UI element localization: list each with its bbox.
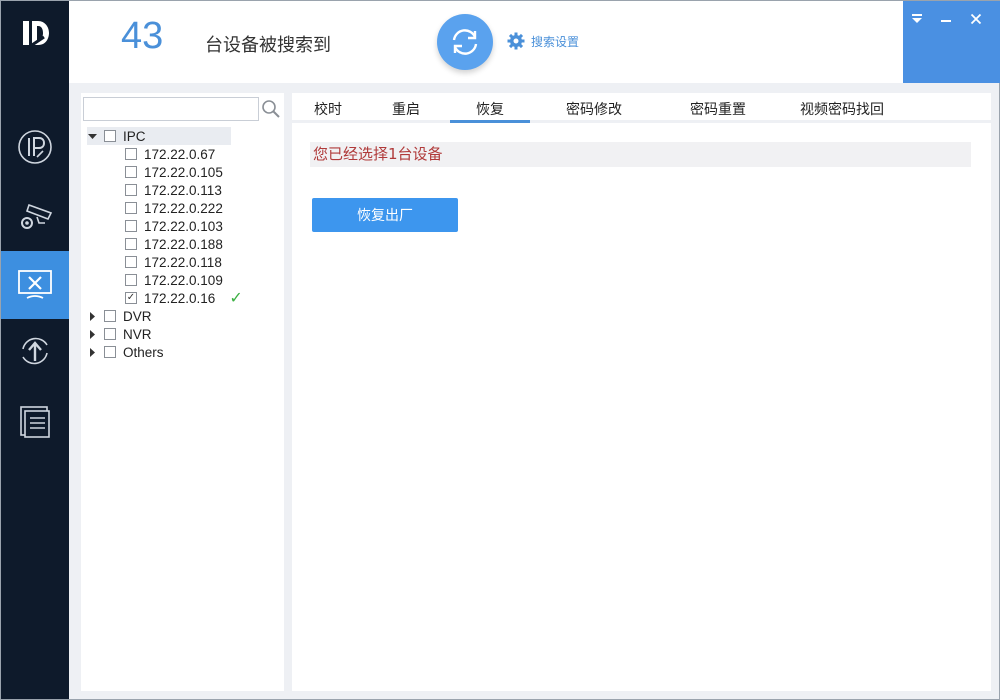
device-count: 43: [121, 15, 164, 57]
checkbox-others[interactable]: [104, 346, 116, 358]
tree-device-row[interactable]: 172.22.0.188: [125, 235, 223, 253]
caret-right-icon: [89, 329, 95, 339]
left-nav: [1, 1, 69, 699]
refresh-search-button[interactable]: [437, 14, 493, 70]
app-logo-icon: [23, 21, 49, 51]
device-ip-label: 172.22.0.105: [144, 164, 223, 180]
header-bar: 43 台设备被搜索到 搜索设置: [69, 1, 903, 83]
tree-device-row[interactable]: 172.22.0.105: [125, 163, 223, 181]
tree-device-row[interactable]: 172.22.0.118: [125, 253, 222, 271]
dropdown-icon: [912, 14, 922, 23]
tree-group-others[interactable]: Others: [87, 343, 164, 361]
ip-icon: [18, 130, 52, 164]
main-panel: 校时 重启 恢复 密码修改 密码重置 视频密码找回 您已经选择1台设备 恢复出厂: [292, 93, 991, 691]
close-button[interactable]: [965, 9, 987, 29]
nav-item-upgrade[interactable]: [1, 317, 69, 385]
tab-reboot[interactable]: 重启: [374, 99, 438, 123]
tree-group-ipc[interactable]: IPC: [87, 127, 231, 145]
device-tree-panel: IPC 172.22.0.67 172.22.0.105 172.22.0.11…: [81, 93, 284, 691]
tree-group-label: Others: [123, 344, 164, 360]
gear-icon: [507, 32, 525, 50]
checkbox-ipc[interactable]: [104, 130, 116, 142]
tools-icon: [18, 270, 52, 299]
caret-right-icon: [89, 311, 95, 321]
caret-right-icon: [89, 347, 95, 357]
caret-down-icon: [87, 133, 97, 139]
tree-device-row[interactable]: 172.22.0.103: [125, 217, 223, 235]
tab-password-change[interactable]: 密码修改: [554, 99, 634, 123]
expand-toggle-others[interactable]: [87, 347, 97, 357]
devices-found-label: 台设备被搜索到: [205, 35, 331, 56]
device-ip-label: 172.22.0.188: [144, 236, 223, 252]
window-controls: [903, 1, 1000, 83]
device-checkbox-checked[interactable]: ✓: [125, 292, 137, 304]
nav-item-camera-settings[interactable]: [1, 181, 69, 249]
nav-item-document[interactable]: [1, 387, 69, 455]
camera-settings-icon: [21, 203, 53, 229]
refresh-icon: [452, 29, 478, 55]
tab-time-sync[interactable]: 校时: [296, 99, 360, 123]
device-ip-label: 172.22.0.118: [144, 254, 222, 270]
device-checkbox[interactable]: [125, 256, 137, 268]
device-checkbox[interactable]: [125, 148, 137, 160]
search-icon[interactable]: [261, 99, 281, 119]
device-ip-label: 172.22.0.16: [144, 290, 216, 306]
tree-device-row[interactable]: 172.22.0.222: [125, 199, 223, 217]
device-ip-label: 172.22.0.222: [144, 200, 223, 216]
tree-device-row[interactable]: 172.22.0.113: [125, 181, 222, 199]
device-checkbox[interactable]: [125, 274, 137, 286]
expand-toggle-nvr[interactable]: [87, 329, 97, 339]
nav-item-ip[interactable]: [1, 113, 69, 181]
device-ip-label: 172.22.0.109: [144, 272, 223, 288]
tree-group-label: IPC: [123, 128, 146, 144]
document-icon: [20, 406, 50, 438]
device-ip-label: 172.22.0.103: [144, 218, 223, 234]
app-window: 43 台设备被搜索到 搜索设置 IPC 172.22.0.67 172.22.0…: [0, 0, 1000, 700]
tab-password-reset[interactable]: 密码重置: [678, 99, 758, 123]
tree-group-label: NVR: [123, 326, 152, 342]
checkbox-dvr[interactable]: [104, 310, 116, 322]
device-checkbox[interactable]: [125, 220, 137, 232]
close-icon: [970, 13, 982, 25]
tree-device-row[interactable]: 172.22.0.67: [125, 145, 215, 163]
device-checkbox[interactable]: [125, 184, 137, 196]
success-check-icon: ✓: [229, 290, 243, 307]
tab-bar: 校时 重启 恢复 密码修改 密码重置 视频密码找回: [292, 93, 991, 123]
dropdown-menu-button[interactable]: [906, 9, 928, 29]
device-search-input[interactable]: [83, 97, 259, 121]
search-settings-label: 搜索设置: [531, 34, 580, 49]
tab-video-password-recovery[interactable]: 视频密码找回: [792, 99, 892, 123]
checkbox-nvr[interactable]: [104, 328, 116, 340]
upgrade-icon: [22, 337, 48, 365]
nav-item-tools[interactable]: [1, 251, 69, 319]
device-checkbox[interactable]: [125, 166, 137, 178]
minimize-icon: [941, 20, 951, 22]
tree-device-row[interactable]: ✓ 172.22.0.16 ✓: [125, 289, 243, 307]
expand-toggle-ipc[interactable]: [87, 131, 97, 141]
device-checkbox[interactable]: [125, 238, 137, 250]
search-settings-button[interactable]: 搜索设置: [507, 32, 579, 50]
tree-group-label: DVR: [123, 308, 152, 324]
device-ip-label: 172.22.0.67: [144, 146, 216, 162]
tab-restore[interactable]: 恢复: [450, 99, 530, 123]
expand-toggle-dvr[interactable]: [87, 311, 97, 321]
tree-group-nvr[interactable]: NVR: [87, 325, 152, 343]
tree-group-dvr[interactable]: DVR: [87, 307, 152, 325]
tree-device-row[interactable]: 172.22.0.109: [125, 271, 223, 289]
minimize-button[interactable]: [935, 9, 957, 29]
factory-reset-button[interactable]: 恢复出厂: [312, 198, 458, 232]
selection-status-message: 您已经选择1台设备: [310, 142, 971, 167]
device-ip-label: 172.22.0.113: [144, 182, 222, 198]
device-checkbox[interactable]: [125, 202, 137, 214]
